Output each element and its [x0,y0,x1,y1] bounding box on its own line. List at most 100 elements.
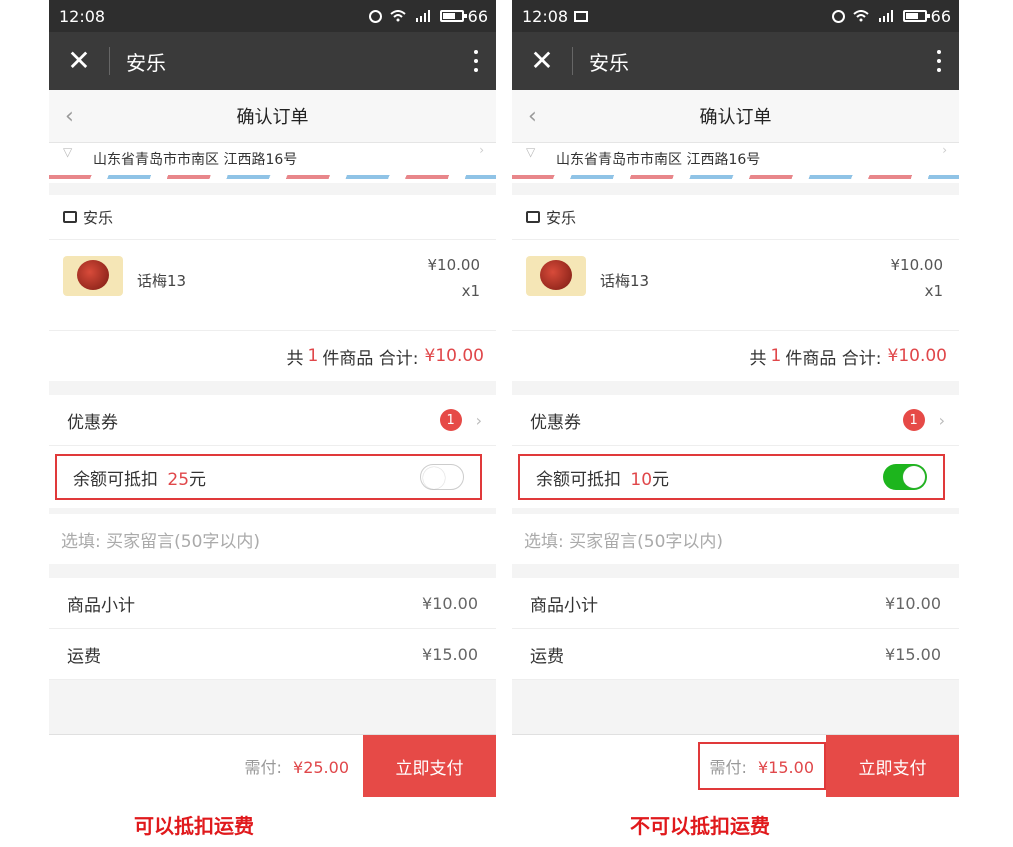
wifi-icon [852,10,869,22]
buyer-message-input[interactable]: 选填: 买家留言(50字以内) [49,514,496,564]
wifi-icon [389,10,406,22]
chevron-right-icon: › [475,410,482,430]
store-name: 安乐 [546,208,577,227]
coupon-label: 优惠券 [67,412,118,433]
signal-icon [878,10,893,22]
store-name: 安乐 [83,208,114,227]
order-total: ¥10.00 [424,346,484,366]
amount-due-value: ¥25.00 [293,758,349,777]
chevron-right-icon: › [479,143,484,157]
store-row: 安乐 [512,195,959,240]
more-menu-button[interactable] [456,50,496,72]
amount-due: 需付: ¥25.00 [244,758,349,777]
phone-screen-left: 12:08 66 ✕ 安乐 ‹ 确认订单 ▽ 山东省青岛市市南区 江西路16号 … [49,0,496,797]
status-bar: 12:08 66 [49,0,496,32]
app-title: 安乐 [126,50,166,75]
balance-label: 余额可抵扣 [536,469,621,490]
item-qty: x1 [924,282,943,300]
balance-deduction-row: 余额可抵扣 10元 [518,454,945,500]
balance-amount: 25 [167,469,190,490]
signal-icon [415,10,430,22]
shipping-label: 运费 [530,646,564,667]
close-button[interactable]: ✕ [49,32,109,90]
order-block: 安乐 话梅13 ¥10.00 x1 共 1 件商品 合计: ¥10.00 [512,195,959,381]
product-thumbnail [63,256,123,296]
subtotal-value: ¥10.00 [885,593,941,613]
page-title: 确认订单 [699,107,772,128]
amount-due-value: ¥15.00 [758,758,814,777]
item-count: 1 [770,346,782,366]
order-summary: 共 1 件商品 合计: ¥10.00 [286,346,484,369]
amount-due: 需付: ¥15.00 [697,742,826,790]
app-title: 安乐 [589,50,629,75]
page-header: ‹ 确认订单 [512,90,959,143]
address-text: 山东省青岛市市南区 江西路16号 [556,152,761,168]
store-icon [526,211,540,223]
order-summary: 共 1 件商品 合计: ¥10.00 [749,346,947,369]
order-block: 安乐 话梅13 ¥10.00 x1 共 1 件商品 合计: ¥10.00 [49,195,496,381]
balance-toggle[interactable] [420,464,464,490]
caption-right: 不可以抵扣运费 [630,814,770,838]
balance-toggle[interactable] [883,464,927,490]
image-notification-icon [574,10,589,22]
coupon-row[interactable]: 优惠券 1 › [512,395,959,446]
status-time: 12:08 [59,6,106,26]
coupon-row[interactable]: 优惠券 1 › [49,395,496,446]
item-price: ¥10.00 [890,256,944,274]
order-item[interactable]: 话梅13 ¥10.00 x1 [512,240,959,331]
subtotal-label: 商品小计 [530,595,598,616]
chevron-right-icon: › [938,410,945,430]
back-button[interactable]: ‹ [528,104,537,129]
shipping-value: ¥15.00 [422,644,478,664]
phone-screen-right: 12:08 66 ✕ 安乐 ‹ 确认订单 ▽ 山东省青岛市市南区 江西路16号 … [512,0,959,797]
caption-left: 可以抵扣运费 [134,814,254,838]
pay-now-button[interactable]: 立即支付 [826,735,959,797]
balance-deduction-row: 余额可抵扣 25元 [55,454,482,500]
app-bar: ✕ 安乐 [512,32,959,90]
subtotal-label: 商品小计 [67,595,135,616]
shipping-row: 运费 ¥15.00 [512,629,959,680]
item-name: 话梅13 [600,272,650,290]
battery-icon [902,10,930,22]
coupon-count-badge: 1 [902,409,925,431]
location-icon: ▽ [526,145,536,159]
store-icon [63,211,77,223]
close-button[interactable]: ✕ [512,32,572,90]
status-bar: 12:08 66 [512,0,959,32]
checkout-bar: 需付: ¥25.00 立即支付 [49,734,496,797]
alarm-icon [831,9,845,23]
shipping-label: 运费 [67,646,101,667]
battery-icon [439,10,467,22]
coupon-label: 优惠券 [530,412,581,433]
coupon-count-badge: 1 [439,409,462,431]
pay-now-button[interactable]: 立即支付 [363,735,496,797]
product-thumbnail [526,256,586,296]
order-total: ¥10.00 [887,346,947,366]
address-stripe [49,175,496,179]
address-text: 山东省青岛市市南区 江西路16号 [93,152,298,168]
subtotal-value: ¥10.00 [422,593,478,613]
status-time: 12:08 [522,6,569,26]
order-item[interactable]: 话梅13 ¥10.00 x1 [49,240,496,331]
balance-label: 余额可抵扣 [73,469,158,490]
subtotal-row: 商品小计 ¥10.00 [49,578,496,629]
buyer-message-input[interactable]: 选填: 买家留言(50字以内) [512,514,959,564]
address-stripe [512,175,959,179]
item-count: 1 [307,346,319,366]
item-name: 话梅13 [137,272,187,290]
balance-amount: 10 [630,469,653,490]
store-row: 安乐 [49,195,496,240]
shipping-row: 运费 ¥15.00 [49,629,496,680]
item-price: ¥10.00 [427,256,481,274]
chevron-right-icon: › [942,143,947,157]
shipping-value: ¥15.00 [885,644,941,664]
page-header: ‹ 确认订单 [49,90,496,143]
app-bar: ✕ 安乐 [49,32,496,90]
battery-level: 66 [467,6,488,26]
item-qty: x1 [461,282,480,300]
more-menu-button[interactable] [919,50,959,72]
battery-level: 66 [930,6,951,26]
checkout-bar: 需付: ¥15.00 立即支付 [512,734,959,797]
location-icon: ▽ [63,145,73,159]
back-button[interactable]: ‹ [65,104,74,129]
